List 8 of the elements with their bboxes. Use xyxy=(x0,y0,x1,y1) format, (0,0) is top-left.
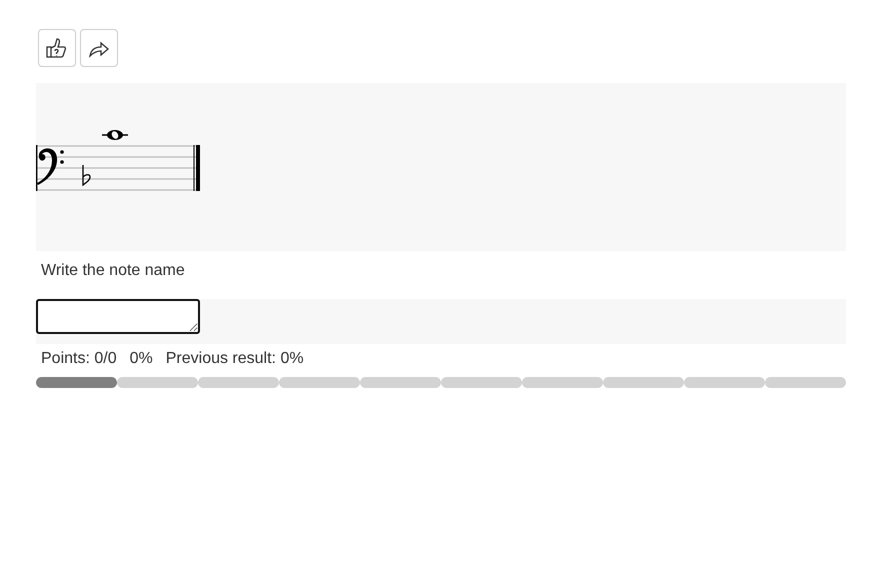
share-button[interactable] xyxy=(80,29,118,67)
thumbs-up-icon xyxy=(45,36,69,60)
like-question-button[interactable] xyxy=(38,29,76,67)
answer-field[interactable] xyxy=(36,299,200,334)
previous-result-label: Previous result: 0% xyxy=(166,350,304,368)
question-prompt: Write the note name xyxy=(41,262,186,280)
points-label: Points: 0/0 xyxy=(41,350,117,368)
percent-label: 0% xyxy=(130,350,153,368)
